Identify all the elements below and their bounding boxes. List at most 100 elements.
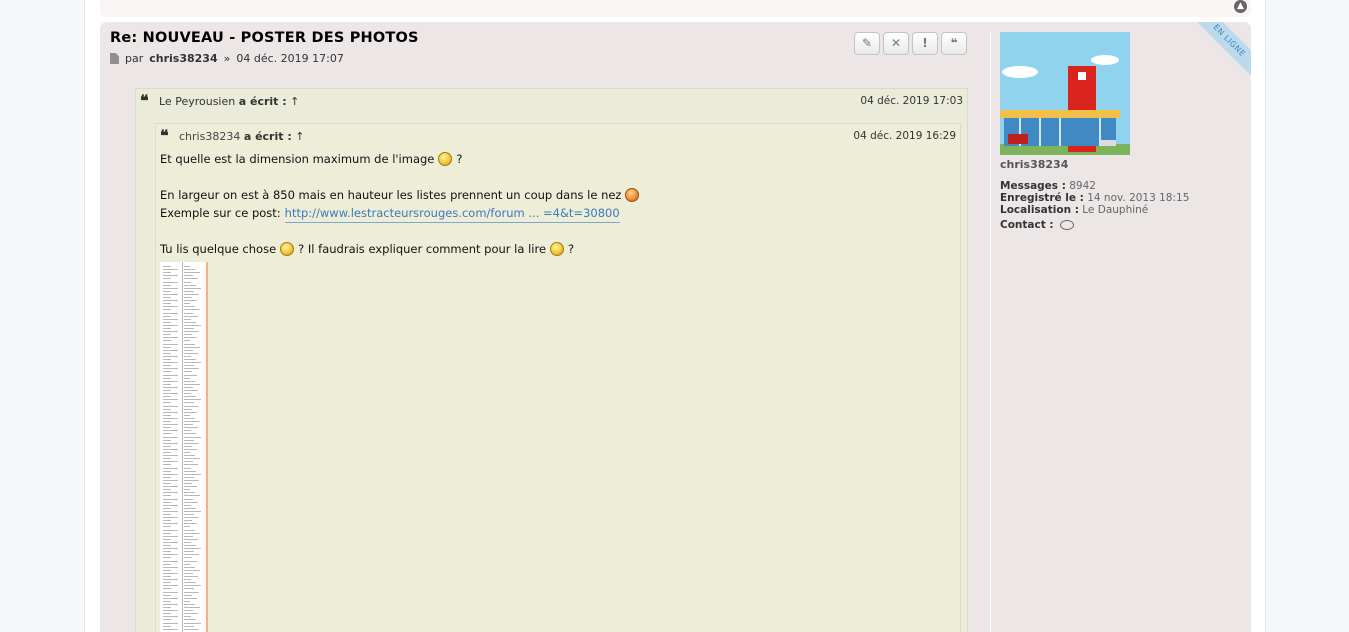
screenshot-text-line <box>163 479 178 481</box>
screenshot-text-line <box>184 417 195 419</box>
screenshot-text-line <box>184 371 192 373</box>
screenshot-text-line <box>163 324 178 326</box>
example-post-link[interactable]: http://www.lestracteursrouges.com/forum … <box>284 204 620 223</box>
profile-registered: Enregistré le : 14 nov. 2013 18:15 <box>1000 192 1189 204</box>
screenshot-text-line <box>184 436 201 438</box>
contact-label: Contact : <box>1000 219 1054 231</box>
screenshot-text-line <box>163 396 171 398</box>
screenshot-text-line <box>184 507 196 509</box>
confused-smiley-icon <box>438 152 453 166</box>
screenshot-text-line <box>184 427 198 429</box>
screenshot-text-line <box>184 290 194 292</box>
screenshot-text-line <box>163 430 178 432</box>
messages-count[interactable]: 8942 <box>1069 180 1096 192</box>
delete-button[interactable]: ✕ <box>883 32 909 55</box>
screenshot-text-line <box>184 439 194 441</box>
screenshot-text-line <box>184 610 193 612</box>
screenshot-text-line <box>163 346 171 348</box>
edit-button[interactable]: ✎ <box>854 32 880 55</box>
screenshot-text-line <box>163 417 178 419</box>
profile-details: Messages : 8942 Enregistré le : 14 nov. … <box>1000 180 1189 231</box>
quote-inner-jump-link[interactable]: ↑ <box>295 130 304 143</box>
report-button[interactable]: ! <box>912 32 938 55</box>
screenshot-text-line <box>163 284 171 286</box>
screenshot-text-line <box>163 334 171 336</box>
screenshot-text-line <box>184 582 196 584</box>
screenshot-text-line <box>163 566 178 568</box>
confused-smiley-icon <box>280 242 295 256</box>
screenshot-text-line <box>184 613 198 615</box>
screenshot-text-line <box>163 507 171 509</box>
screenshot-text-line <box>163 355 178 357</box>
screenshot-text-line <box>163 452 171 453</box>
post-buttons: ✎ ✕ ! ❝ <box>854 32 967 55</box>
screenshot-text-line <box>163 517 178 519</box>
registered-date: 14 nov. 2013 18:15 <box>1087 192 1190 204</box>
screenshot-text-line <box>163 442 178 444</box>
screenshot-text-line <box>184 321 196 323</box>
screenshot-text-line <box>184 328 194 329</box>
post-title[interactable]: Re: NOUVEAU - POSTER DES PHOTOS <box>110 30 419 46</box>
screenshot-text-line <box>163 489 171 491</box>
post-author[interactable]: chris38234 <box>149 52 217 65</box>
screenshot-text-line <box>163 476 171 478</box>
screenshot-text-line <box>163 557 171 559</box>
screenshot-text-line <box>163 545 171 546</box>
angry-smiley-icon <box>625 188 640 202</box>
screenshot-text-line <box>184 492 195 494</box>
line4-text: Tu lis quelque chose <box>160 242 277 256</box>
screenshot-text-line <box>163 588 171 590</box>
screenshot-text-line <box>163 293 178 295</box>
quote-inner: ❝ chris38234 a écrit : ↑ 04 déc. 2019 16… <box>155 123 961 632</box>
screenshot-text-line <box>163 380 178 382</box>
list-screenshot-image[interactable] <box>160 262 208 632</box>
screenshot-text-line <box>163 386 178 388</box>
screenshot-text-line <box>163 514 171 515</box>
screenshot-text-line <box>184 377 190 379</box>
screenshot-text-line <box>184 517 199 519</box>
meta-prefix: par <box>125 52 144 65</box>
quote-mark-icon: ❝ <box>160 126 169 145</box>
screenshot-text-line <box>184 346 200 348</box>
screenshot-text-line <box>184 563 190 565</box>
quote-inner-author[interactable]: chris38234 <box>179 130 240 143</box>
screenshot-text-line <box>184 293 199 295</box>
profile-messages: Messages : 8942 <box>1000 180 1189 192</box>
quote-outer-jump-link[interactable]: ↑ <box>290 95 299 108</box>
screenshot-text-line <box>163 510 178 512</box>
screenshot-text-line <box>163 414 171 416</box>
screenshot-text-line <box>184 504 191 506</box>
screenshot-text-line <box>163 349 178 351</box>
back-to-top-icon[interactable]: ▲ <box>1234 0 1247 13</box>
screenshot-text-line <box>184 266 190 267</box>
speech-bubble-icon[interactable] <box>1059 220 1074 230</box>
previous-post-bottom <box>100 0 1251 17</box>
screenshot-text-line <box>163 368 178 370</box>
screenshot-text-line <box>163 504 178 506</box>
screenshot-text-line <box>163 600 171 602</box>
quote-content: Et quelle est la dimension maximum de l'… <box>160 150 643 258</box>
screenshot-text-line <box>184 269 195 271</box>
screenshot-text-line <box>163 467 178 469</box>
screenshot-text-line <box>163 315 171 317</box>
screenshot-text-line <box>184 393 191 395</box>
file-icon[interactable] <box>110 53 119 64</box>
screenshot-text-line <box>163 576 171 577</box>
quote-button[interactable]: ❝ <box>941 32 967 55</box>
quote-inner-cite: chris38234 a écrit : ↑ <box>179 130 304 143</box>
content-line-4: Tu lis quelque chose ? Il faudrais expli… <box>160 240 643 258</box>
screenshot-text-line <box>184 433 196 435</box>
screenshot-text-line <box>184 442 199 444</box>
quote-inner-header: ❝ chris38234 a écrit : ↑ 04 déc. 2019 16… <box>160 126 956 145</box>
screenshot-text-line <box>184 300 197 302</box>
registered-label: Enregistré le : <box>1000 192 1084 204</box>
screenshot-text-line <box>184 498 193 500</box>
screenshot-text-line <box>163 390 171 391</box>
screenshot-text-line <box>163 458 171 460</box>
screenshot-text-line <box>184 365 194 367</box>
screenshot-text-line <box>163 461 178 463</box>
screenshot-text-line <box>184 548 201 550</box>
avatar[interactable] <box>1000 32 1130 155</box>
profile-username[interactable]: chris38234 <box>1000 158 1068 171</box>
screenshot-text-line <box>163 266 171 267</box>
